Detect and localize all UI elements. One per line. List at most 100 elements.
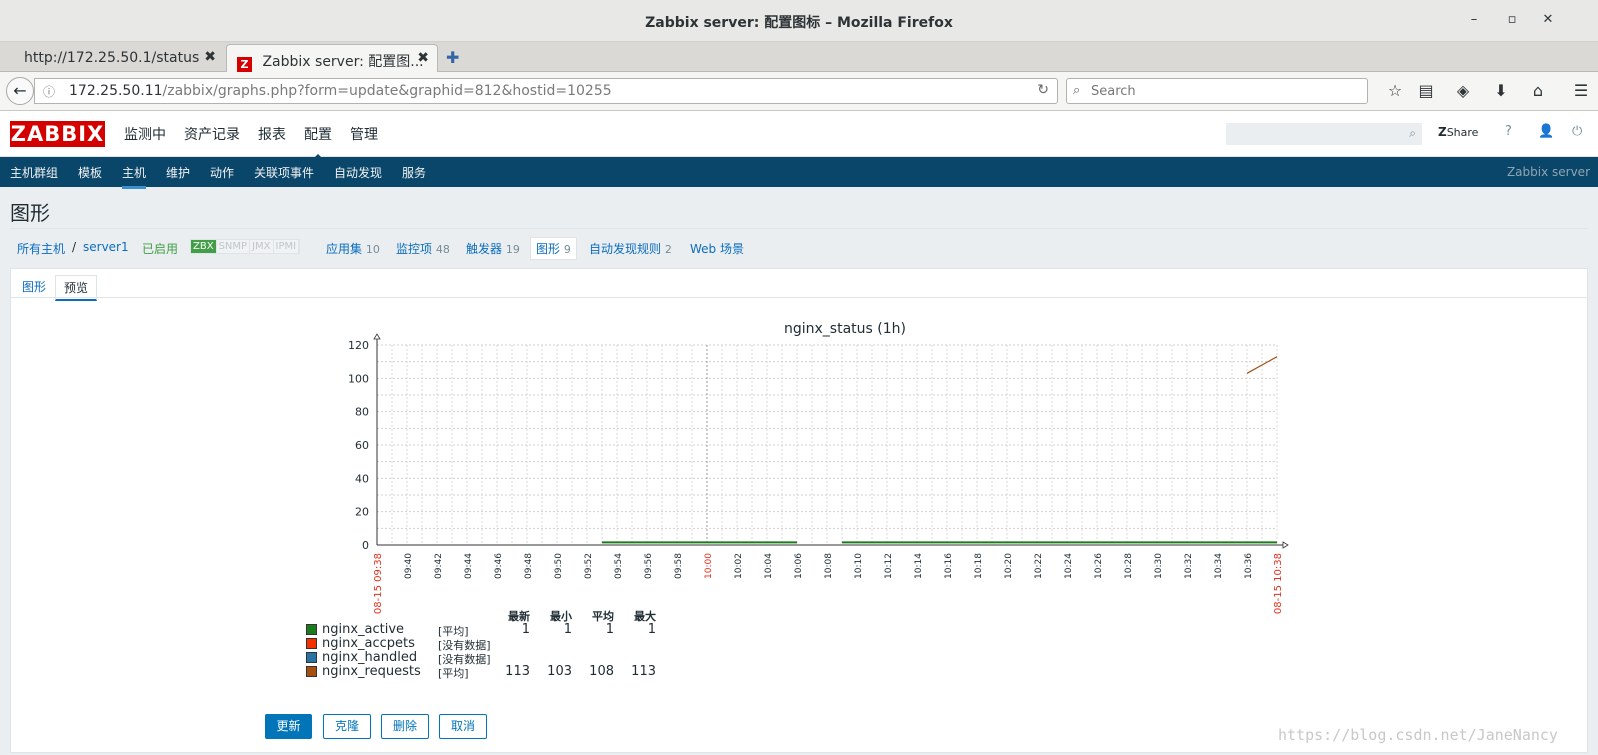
item-count: 9 (563, 243, 571, 256)
browser-tabbar: http://172.25.50.1/status ✖ Z Zabbix ser… (0, 42, 1598, 72)
item-label: 监控项 (396, 242, 433, 256)
item-label: 触发器 (466, 242, 503, 256)
legend-value: 1 (647, 622, 656, 637)
legend-value: 108 (589, 664, 614, 679)
item-count: 19 (505, 243, 520, 256)
legend-value: 1 (563, 622, 572, 637)
submenu-discovery[interactable]: 自动发现 (334, 164, 382, 181)
menu-inventory[interactable]: 资产记录 (184, 124, 240, 144)
tab-close-icon[interactable]: ✖ (204, 49, 216, 65)
pocket-icon[interactable]: ◈ (1452, 81, 1474, 100)
menu-administration[interactable]: 管理 (350, 124, 378, 144)
main-menu: 监测中 资产记录 报表 配置 管理 (124, 124, 396, 160)
submenu-event-correlation[interactable]: 关联项事件 (254, 164, 314, 181)
menu-monitoring[interactable]: 监测中 (124, 124, 166, 144)
legend-value: 113 (505, 664, 530, 679)
watermark-text: https://blog.csdn.net/JaneNancy (1278, 726, 1558, 744)
menu-configuration[interactable]: 配置 (304, 124, 332, 160)
item-count: 10 (365, 243, 380, 256)
breadcrumb-host[interactable]: server1 (83, 240, 129, 254)
legend-function: [平均] (438, 667, 469, 680)
title-divider (10, 228, 1588, 229)
submenu-actions[interactable]: 动作 (210, 164, 234, 181)
breadcrumb-separator: / (72, 240, 77, 254)
breadcrumb-discovery-rules[interactable]: 自动发现规则 2 (589, 240, 672, 257)
legend-value: 1 (521, 622, 530, 637)
badge-snmp: SNMP (216, 240, 251, 253)
cancel-button[interactable]: 取消 (439, 714, 487, 739)
window-titlebar: Zabbix server: 配置图标 – Mozilla Firefox – … (0, 0, 1598, 42)
item-label: 自动发现规则 (589, 242, 662, 256)
zabbix-favicon-icon: Z (237, 57, 252, 72)
zabbix-search-input[interactable]: ⌕ (1226, 123, 1422, 145)
submenu-maintenance[interactable]: 维护 (166, 164, 190, 181)
submenu-host-groups[interactable]: 主机群组 (10, 164, 58, 181)
legend-item-name: nginx_active (322, 622, 405, 637)
home-icon[interactable]: ⌂ (1527, 81, 1549, 100)
legend-color-swatch (306, 638, 317, 649)
minimize-button[interactable]: – (1466, 12, 1482, 27)
url-bar[interactable]: ⓘ 172.25.50.11/zabbix/graphs.php?form=up… (34, 78, 1058, 104)
help-icon[interactable]: ? (1505, 124, 1512, 139)
browser-navbar: ← ⓘ 172.25.50.11/zabbix/graphs.php?form=… (0, 72, 1598, 111)
bookmark-star-icon[interactable]: ☆ (1384, 81, 1406, 100)
legend-item-name: nginx_accpets (322, 636, 415, 651)
downloads-icon[interactable]: ⬇ (1490, 81, 1512, 100)
back-button[interactable]: ← (6, 77, 34, 105)
close-window-button[interactable]: ✕ (1540, 12, 1556, 27)
hamburger-menu-icon[interactable]: ☰ (1570, 81, 1592, 100)
update-button[interactable]: 更新 (265, 714, 312, 739)
reload-icon[interactable]: ↻ (1037, 82, 1049, 98)
search-icon[interactable]: ⌕ (1409, 126, 1416, 141)
browser-search-input[interactable]: ⌕ Search (1066, 78, 1368, 104)
submenu-services[interactable]: 服务 (402, 164, 426, 181)
item-count: 2 (664, 243, 672, 256)
badge-ipmi: IPMI (273, 240, 300, 253)
submenu-hosts[interactable]: 主机 (122, 164, 147, 189)
page-title: 图形 (10, 201, 50, 225)
url-text: 172.25.50.11/zabbix/graphs.php?form=upda… (69, 83, 612, 99)
item-label: 应用集 (326, 242, 363, 256)
share-icon: Z (1438, 125, 1447, 139)
maximize-button[interactable]: ▫ (1504, 12, 1520, 27)
site-info-icon[interactable]: ⓘ (43, 83, 55, 100)
legend-value: 103 (547, 664, 572, 679)
server-name: Zabbix server (1506, 165, 1590, 179)
item-count: 48 (435, 243, 450, 256)
zabbix-logo[interactable]: ZABBIX (10, 121, 105, 147)
submenu-templates[interactable]: 模板 (78, 164, 102, 181)
host-status[interactable]: 已启用 (142, 240, 178, 257)
breadcrumb-triggers[interactable]: 触发器 19 (466, 240, 520, 257)
browser-tab-zabbix[interactable]: Z Zabbix server: 配置图... ✖ (226, 44, 438, 72)
reading-list-icon[interactable]: ▤ (1415, 81, 1437, 100)
clone-button[interactable]: 克隆 (323, 714, 371, 739)
new-tab-icon[interactable]: ✚ (446, 48, 459, 67)
tab-graph[interactable]: 图形 (14, 275, 54, 298)
legend-item-name: nginx_handled (322, 650, 418, 665)
legend-value: 1 (605, 622, 614, 637)
legend-color-swatch (306, 624, 317, 635)
breadcrumb-items[interactable]: 监控项 48 (396, 240, 450, 257)
logout-icon[interactable]: ⏻ (1572, 124, 1582, 139)
availability-badges: ZBX SNMP JMX IPMI (190, 239, 301, 254)
breadcrumb-all-hosts[interactable]: 所有主机 (17, 240, 65, 257)
delete-button[interactable]: 删除 (381, 714, 429, 739)
browser-tab-status[interactable]: http://172.25.50.1/status ✖ (14, 44, 224, 72)
window-title: Zabbix server: 配置图标 – Mozilla Firefox (645, 15, 953, 31)
url-path: /zabbix/graphs.php?form=update&graphid=8… (162, 83, 612, 99)
legend-color-swatch (306, 666, 317, 677)
legend-color-swatch (306, 652, 317, 663)
breadcrumb-web-scenarios[interactable]: Web 场景 (690, 240, 744, 257)
menu-reports[interactable]: 报表 (258, 124, 286, 144)
share-label: Share (1446, 126, 1479, 139)
badge-zbx: ZBX (191, 240, 217, 253)
legend-value: 113 (631, 664, 656, 679)
share-link[interactable]: ZShare (1438, 125, 1478, 139)
breadcrumb-applications[interactable]: 应用集 10 (326, 240, 380, 257)
tab-label: Zabbix server: 配置图... (262, 54, 424, 70)
user-profile-icon[interactable]: 👤 (1538, 124, 1554, 139)
badge-jmx: JMX (250, 240, 274, 253)
tab-close-icon[interactable]: ✖ (417, 50, 429, 66)
breadcrumb-graphs[interactable]: 图形 9 (530, 237, 577, 260)
zabbix-header: ZABBIX 监测中 资产记录 报表 配置 管理 ⌕ ZShare ? 👤 ⏻ (0, 111, 1598, 160)
